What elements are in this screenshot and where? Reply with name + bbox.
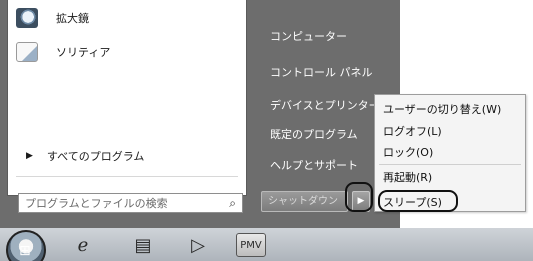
media-player-icon[interactable]: ▷ <box>185 233 211 257</box>
menu-item-restart[interactable]: 再起動(R) <box>383 169 432 185</box>
menu-item-switch-user[interactable]: ユーザーの切り替え(W) <box>383 101 501 117</box>
magnifier-icon <box>16 8 38 28</box>
windows-logo-icon: ⊞ <box>19 243 31 259</box>
submenu-divider <box>379 164 521 165</box>
right-item-help-support[interactable]: ヘルプとサポート <box>270 157 358 173</box>
program-magnifier[interactable]: 拡大鏡 <box>16 6 89 30</box>
search-icon[interactable]: ⌕ <box>229 196 236 211</box>
menu-item-lock[interactable]: ロック(O) <box>383 144 433 160</box>
right-item-control-panel[interactable]: コントロール パネル <box>270 64 373 80</box>
start-menu: 拡大鏡 ソリティア ▶ すべてのプログラム プログラムとファイルの検索 ⌕ コン… <box>0 0 400 228</box>
all-programs-arrow-icon: ▶ <box>26 151 33 161</box>
search-input[interactable]: プログラムとファイルの検索 ⌕ <box>18 193 243 213</box>
shutdown-button[interactable]: シャットダウン <box>261 191 348 212</box>
program-magnifier-label: 拡大鏡 <box>56 12 89 25</box>
solitaire-icon <box>16 42 38 62</box>
search-placeholder: プログラムとファイルの検索 <box>25 197 168 210</box>
sleep-item-highlight <box>378 190 458 212</box>
program-solitaire-label: ソリティア <box>56 46 111 59</box>
start-button[interactable]: ⊞ <box>6 230 46 261</box>
taskbar: ⊞ ℯ ▤ ▷ PMV <box>0 228 533 261</box>
program-solitaire[interactable]: ソリティア <box>16 40 110 64</box>
start-menu-left-pane: 拡大鏡 ソリティア ▶ すべてのプログラム <box>7 0 247 196</box>
windows-explorer-icon[interactable]: ▤ <box>130 233 156 257</box>
left-pane-divider <box>16 176 238 177</box>
shutdown-arrow-highlight <box>345 182 373 212</box>
right-item-devices-printers[interactable]: デバイスとプリンター <box>270 97 380 113</box>
menu-item-log-off[interactable]: ログオフ(L) <box>383 123 442 139</box>
right-item-computer[interactable]: コンピューター <box>270 28 347 44</box>
app-icon[interactable]: PMV <box>236 233 266 257</box>
all-programs-label: すべてのプログラム <box>46 150 145 163</box>
all-programs-item[interactable]: ▶ すべてのプログラム <box>26 148 144 164</box>
right-item-default-programs[interactable]: 既定のプログラム <box>270 126 358 142</box>
internet-explorer-icon[interactable]: ℯ <box>70 233 96 257</box>
